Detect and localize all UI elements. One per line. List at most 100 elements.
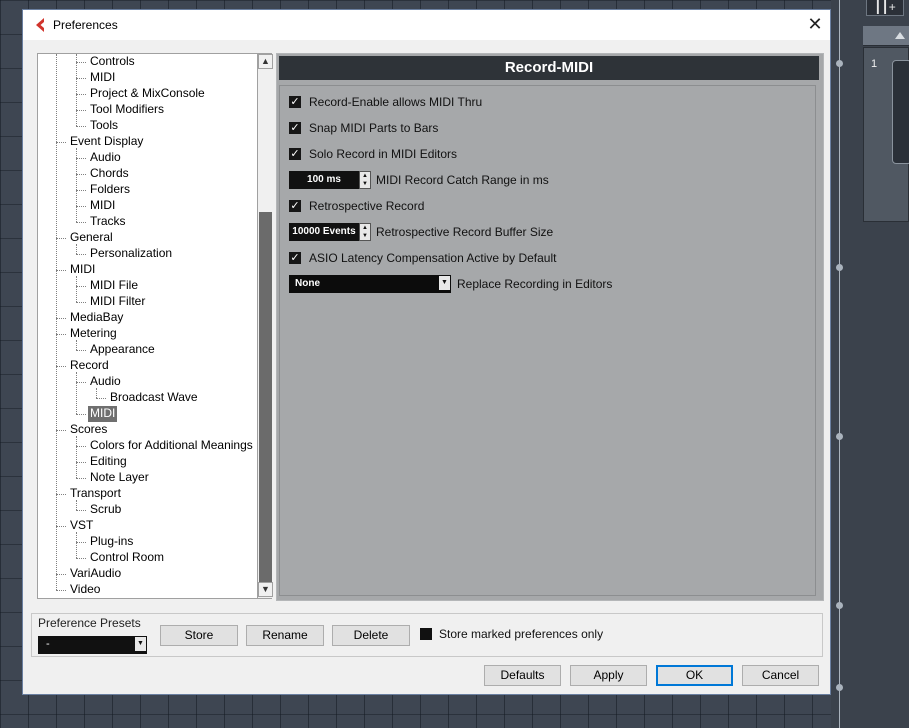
tree-item[interactable]: General [68,230,115,246]
tree-item[interactable]: MediaBay [68,310,125,326]
stepper-arrows[interactable]: ▲ ▼ [359,171,371,189]
chevron-down-icon[interactable]: ▼ [135,637,146,651]
option-label: Snap MIDI Parts to Bars [309,121,439,135]
tree-connector [76,478,86,479]
tree-item[interactable]: Scrub [88,502,123,518]
tree-item[interactable]: Video [68,582,102,598]
tree-item[interactable]: MIDI File [88,278,140,294]
tree-item[interactable]: Editing [88,454,129,470]
cancel-button[interactable]: Cancel [742,665,819,686]
tree-connector [76,510,86,511]
checkbox[interactable]: ✓ [289,148,301,160]
tree-connector [76,54,77,126]
close-icon[interactable]: ✕ [807,14,822,34]
stepper-up-icon[interactable]: ▲ [360,172,370,180]
tree-item[interactable]: Plug-ins [88,534,135,550]
tree-item[interactable]: Transport [68,486,123,502]
preferences-tree[interactable]: Controls MIDI Project & MixConsole Tool Mod… [37,53,272,599]
tree-item[interactable]: MIDI [88,406,118,422]
tree-connector [56,366,66,367]
tree-item[interactable]: Broadcast Wave [108,390,200,406]
scroll-down-arrow-icon[interactable]: ▼ [258,582,273,597]
option-label: Record-Enable allows MIDI Thru [309,95,483,109]
background-app-strip: ┃┃+ 1 [831,0,909,728]
checkbox[interactable]: ✓ [289,122,301,134]
tree-item[interactable]: Event Display [68,134,145,150]
delete-button[interactable]: Delete [332,625,410,646]
close-button[interactable]: ✕ [800,10,830,40]
checkbox[interactable]: ✓ [289,252,301,264]
settings-panel: Record-MIDI ✓ Record-Enable allows MIDI T… [276,53,824,601]
scroll-up-arrow-icon[interactable]: ▲ [258,54,273,69]
presets-dropdown[interactable]: - ▼ [38,636,147,654]
stepper-up-icon[interactable]: ▲ [360,224,370,232]
tree-connector [76,302,86,303]
chevron-down-icon[interactable]: ▼ [439,276,450,290]
tree-item[interactable]: MIDI [88,198,117,214]
tree-connector [56,142,66,143]
tree-connector [76,206,86,207]
options-area: ✓ Record-Enable allows MIDI Thru ✓ Snap MID… [279,85,816,596]
tree-item[interactable]: Controls [88,54,137,70]
tree-connector [76,350,86,351]
tree-item[interactable]: Audio [88,150,123,166]
tree-item[interactable]: Tools [88,118,120,134]
stepper-down-icon[interactable]: ▼ [360,180,370,188]
tree-connector [56,270,66,271]
tree-item[interactable]: Appearance [88,342,157,358]
tree-item[interactable]: Tool Modifiers [88,102,166,118]
tree-item[interactable]: Audio [88,374,123,390]
tree-connector [76,436,77,478]
tree-item[interactable]: MIDI [88,70,117,86]
title-bar[interactable]: Preferences ✕ [23,10,830,40]
tree-connector [76,382,86,383]
preferences-dialog: Preferences ✕ Controls MIDI Project & MixC… [22,9,831,695]
tree-connector [96,398,106,399]
tree-item[interactable]: MIDI Filter [88,294,147,310]
option-label: ASIO Latency Compensation Active by Defa… [309,251,557,265]
store-marked-checkbox[interactable] [420,628,432,640]
tree-connector [76,78,86,79]
checkbox[interactable]: ✓ [289,200,301,212]
track-row[interactable]: 1 [863,47,909,222]
tree-item[interactable]: Personalization [88,246,174,262]
replace-recording-dropdown[interactable]: None ▼ [289,275,451,293]
tree-item[interactable]: VST [68,518,95,534]
tree-connector [76,414,86,415]
number-stepper[interactable]: 100 ms [289,171,359,189]
tree-item[interactable]: MIDI [68,262,97,278]
rename-button[interactable]: Rename [246,625,324,646]
tree-item[interactable]: Folders [88,182,132,198]
tree-item[interactable]: Metering [68,326,119,342]
add-track-button[interactable]: ┃┃+ [866,0,904,16]
tree-connector [76,462,86,463]
stepper-arrows[interactable]: ▲ ▼ [359,223,371,241]
tree-item[interactable]: Colors for Additional Meanings [88,438,255,454]
track-number: 1 [871,58,878,70]
track-meter [892,60,909,164]
ok-button[interactable]: OK [656,665,733,686]
ruler-marker [836,433,843,440]
store-button[interactable]: Store [160,625,238,646]
tree-item[interactable]: VariAudio [68,566,123,582]
tree-connector [76,446,86,447]
scrollbar-thumb[interactable] [259,212,272,582]
tree-item[interactable]: Control Room [88,550,166,566]
tree-item[interactable]: Tracks [88,214,128,230]
stepper-down-icon[interactable]: ▼ [360,232,370,240]
apply-button[interactable]: Apply [570,665,647,686]
tree-item[interactable]: Note Layer [88,470,151,486]
defaults-button[interactable]: Defaults [484,665,561,686]
tree-item[interactable]: Chords [88,166,131,182]
checkbox[interactable]: ✓ [289,96,301,108]
tree-item[interactable]: Record [68,358,111,374]
tree-connector [76,62,86,63]
tree-connector [76,542,86,543]
number-stepper[interactable]: 10000 Events [289,223,359,241]
tree-item[interactable]: Project & MixConsole [88,86,207,102]
collapse-arrow-icon[interactable] [895,32,905,39]
tree-scrollbar[interactable]: ▲ ▼ [257,54,273,598]
presets-label: Preference Presets [38,616,141,630]
tree-item[interactable]: Scores [68,422,109,438]
tree-connector [76,372,77,414]
